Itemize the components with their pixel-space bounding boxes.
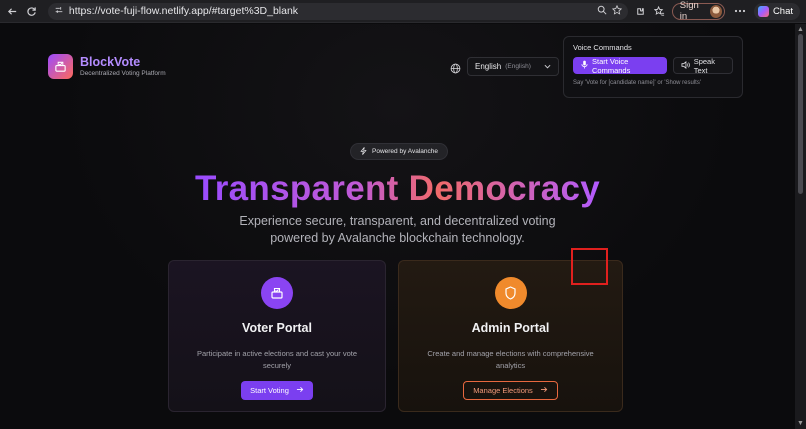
scroll-up-icon[interactable]: ▲ [797,26,804,33]
copilot-chat-button[interactable]: Chat [753,2,801,20]
brand[interactable]: BlockVote Decentralized Voting Platform [48,54,166,79]
favorite-star-icon[interactable] [611,4,622,18]
reload-icon[interactable] [25,4,38,18]
scrollbar-thumb[interactable] [798,34,803,194]
language-selector: English (English) [450,57,559,76]
language-selected: English [475,62,502,71]
hero-title-text: Transparent Democracy [194,169,601,208]
start-voting-label: Start Voting [250,386,289,395]
speak-text-button[interactable]: Speak Text [672,56,733,75]
ballot-box-icon [48,54,73,79]
admin-portal-title: Admin Portal [471,321,550,335]
voter-desc-line2: securely [263,361,291,370]
voice-commands-title: Voice Commands [573,43,632,52]
arrow-right-icon [296,386,304,395]
browser-toolbar: https://vote-fuji-flow.netlify.app/#targ… [0,0,806,23]
sign-in-button[interactable]: Sign in [671,0,726,22]
highlight-box [571,248,608,285]
admin-portal-description: Create and manage elections with compreh… [416,348,606,372]
more-icon[interactable] [731,4,748,18]
manage-elections-button[interactable]: Manage Elections [463,381,558,400]
avatar [710,4,723,18]
extensions-icon[interactable] [634,4,647,18]
favorites-icon[interactable] [653,4,666,18]
language-native: (English) [505,63,531,70]
hero-title: Transparent Democracy [0,169,795,209]
ballot-box-icon [261,277,293,309]
search-icon[interactable] [597,5,607,18]
hero-subtitle-line1: Experience secure, transparent, and dece… [239,214,556,228]
admin-desc-line2: analytics [495,361,526,370]
arrow-right-icon [540,386,548,395]
speak-text-label: Speak Text [693,56,715,75]
powered-by-label: Powered by Avalanche [372,148,439,155]
voter-portal-description: Participate in active elections and cast… [182,348,372,372]
site-info-icon[interactable] [54,5,64,18]
voter-desc-line1: Participate in active elections and cast… [196,349,358,358]
chevron-down-icon [544,62,551,71]
url-text: https://vote-fuji-flow.netlify.app/#targ… [68,5,299,17]
page: BlockVote Decentralized Voting Platform … [0,24,795,429]
hero-subtitle-line2: powered by Avalanche blockchain technolo… [270,231,525,245]
language-dropdown[interactable]: English (English) [467,57,559,76]
powered-by-badge: Powered by Avalanche [350,143,449,160]
start-voice-commands-label: Start Voice Commands [592,56,631,75]
sign-in-label: Sign in [679,0,699,22]
address-bar[interactable]: https://vote-fuji-flow.netlify.app/#targ… [47,2,628,20]
brand-name: BlockVote [80,54,141,69]
manage-elections-label: Manage Elections [473,386,533,395]
voter-portal-card[interactable]: Voter Portal Participate in active elect… [168,260,386,412]
hero-subtitle: Experience secure, transparent, and dece… [0,213,795,247]
microphone-icon [581,60,588,71]
back-icon[interactable] [6,4,19,18]
start-voting-button[interactable]: Start Voting [241,381,313,400]
scroll-down-icon[interactable]: ▼ [797,420,804,427]
voter-portal-title: Voter Portal [242,321,312,335]
lightning-icon [360,146,367,157]
shield-icon [494,277,527,309]
start-voice-commands-button[interactable]: Start Voice Commands [573,56,667,75]
voice-commands-panel: Voice Commands Start Voice Commands Spea… [563,36,743,98]
voice-hint: Say 'Vote for [candidate name]' or 'Show… [573,80,701,86]
page-scrollbar[interactable]: ▲ ▼ [795,24,806,429]
speaker-icon [681,60,690,71]
copilot-icon [757,5,769,17]
chat-label: Chat [772,5,794,17]
brand-tagline: Decentralized Voting Platform [80,69,166,77]
globe-icon [450,61,461,74]
admin-desc-line1: Create and manage elections with compreh… [427,349,594,358]
